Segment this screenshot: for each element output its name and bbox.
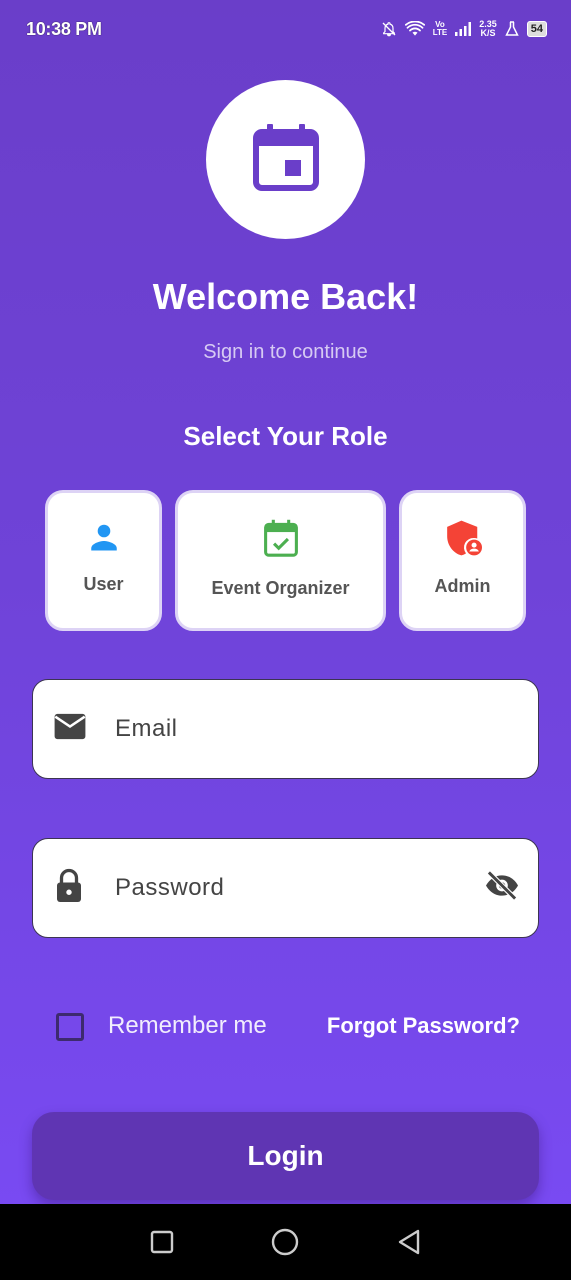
app-logo <box>206 80 365 239</box>
role-card-admin[interactable]: Admin <box>399 490 526 631</box>
lock-icon <box>53 868 85 909</box>
role-label-admin: Admin <box>434 576 491 596</box>
login-button[interactable]: Login <box>32 1112 539 1200</box>
battery-indicator: 54 <box>526 21 547 37</box>
volte-indicator: Vo LTE <box>433 21 448 37</box>
signal-icon <box>455 22 472 36</box>
page-title: Welcome Back! <box>152 276 419 317</box>
remember-row: Remember me Forgot Password? <box>0 1010 571 1046</box>
email-field[interactable]: Email <box>32 679 539 779</box>
email-input[interactable]: Email <box>115 715 178 743</box>
status-icons: Vo LTE 2.35 K/S 54 <box>381 20 547 38</box>
status-bar: 10:38 PM Vo LTE 2.35 K/S 54 <box>0 0 571 58</box>
recents-icon[interactable] <box>142 1222 182 1262</box>
battery-level: 54 <box>530 23 543 35</box>
wifi-icon <box>404 21 425 37</box>
role-label-event-organizer: Event Organizer <box>211 578 350 598</box>
volte-bottom-text: LTE <box>432 28 448 37</box>
calendar-icon <box>252 122 319 197</box>
status-time: 10:38 PM <box>26 18 102 39</box>
person-icon <box>86 519 122 560</box>
role-card-user[interactable]: User <box>45 490 162 631</box>
calendar-check-icon <box>262 519 300 564</box>
back-icon[interactable] <box>389 1222 429 1262</box>
network-speed-unit: K/S <box>480 28 496 38</box>
role-label-user: User <box>83 574 124 594</box>
mail-icon <box>53 713 87 746</box>
remember-label[interactable]: Remember me <box>108 1012 267 1040</box>
role-card-event-organizer[interactable]: Event Organizer <box>175 490 386 631</box>
password-input[interactable]: Password <box>115 874 224 902</box>
system-nav-bar <box>0 1204 571 1280</box>
password-field[interactable]: Password <box>32 838 539 938</box>
remember-checkbox[interactable] <box>56 1013 84 1041</box>
mute-bell-icon <box>381 21 397 37</box>
admin-shield-icon <box>444 519 482 562</box>
visibility-off-icon[interactable] <box>484 870 520 907</box>
forgot-password-link[interactable]: Forgot Password? <box>327 1013 520 1039</box>
role-heading: Select Your Role <box>183 421 388 451</box>
network-speed: 2.35 K/S <box>479 20 497 38</box>
flask-icon <box>505 21 519 37</box>
page-subtitle: Sign in to continue <box>203 341 368 363</box>
home-icon[interactable] <box>265 1222 305 1262</box>
